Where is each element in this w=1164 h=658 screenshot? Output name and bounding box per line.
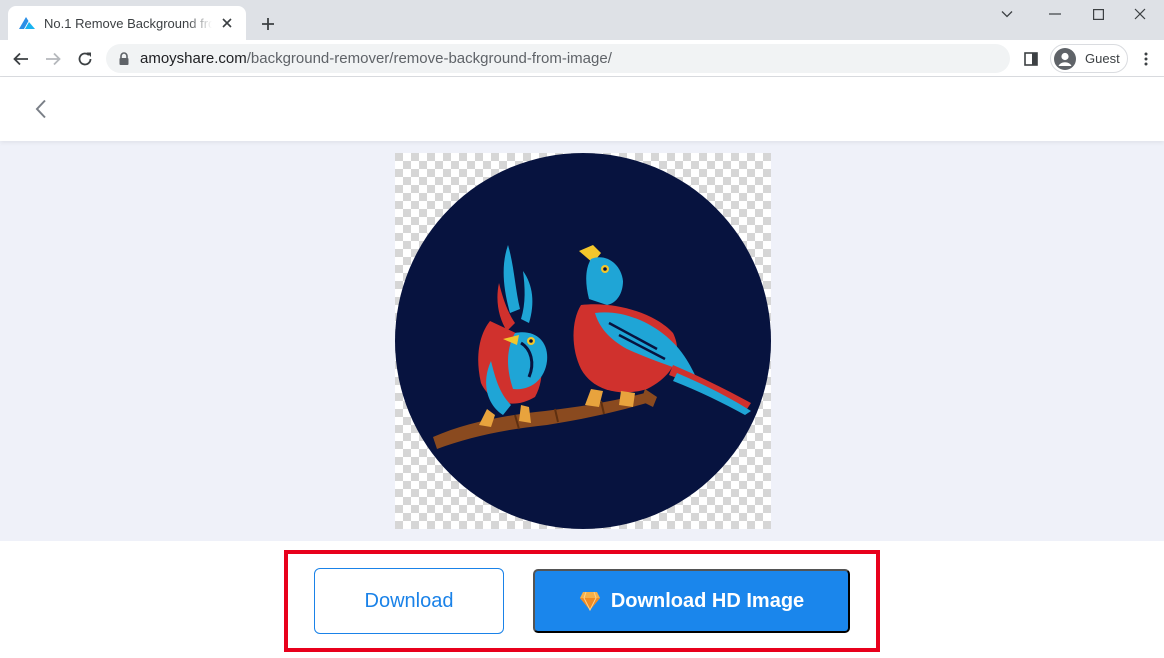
back-arrow-icon[interactable]: [8, 46, 34, 72]
download-hd-image-button[interactable]: Download HD Image: [533, 569, 850, 633]
forward-arrow-icon[interactable]: [40, 46, 66, 72]
address-bar[interactable]: amoyshare.com/background-remover/remove-…: [106, 44, 1010, 73]
image-preview-area: [0, 141, 1164, 541]
window-close-icon[interactable]: [1116, 0, 1164, 28]
diamond-icon: [579, 591, 600, 611]
url-path: /background-remover/remove-background-fr…: [246, 50, 612, 67]
chevron-left-icon[interactable]: [28, 95, 54, 123]
lock-icon: [119, 51, 129, 65]
browser-toolbar: amoyshare.com/background-remover/remove-…: [0, 40, 1164, 77]
download-actions: Download Download HD Image: [0, 541, 1164, 658]
avatar-person-icon: [1054, 47, 1076, 70]
reload-icon[interactable]: [72, 46, 98, 72]
download-button[interactable]: Download: [314, 568, 504, 634]
profile-button[interactable]: Guest: [1050, 44, 1128, 73]
new-tab-plus-icon[interactable]: [256, 12, 280, 36]
minimize-icon[interactable]: [1031, 0, 1079, 28]
result-image: [395, 153, 771, 529]
window-dropdown-chevron-down-icon[interactable]: [983, 0, 1031, 28]
url-host: amoyshare.com: [140, 50, 247, 67]
page-header: [0, 77, 1164, 141]
amoyshare-logo-icon: [19, 17, 35, 29]
url-text: amoyshare.com/background-remover/remove-…: [140, 50, 612, 67]
tab-title: No.1 Remove Background from Image: [44, 15, 212, 31]
side-panel-icon[interactable]: [1020, 48, 1042, 70]
maximize-icon[interactable]: [1074, 0, 1122, 28]
kebab-menu-icon[interactable]: [1136, 48, 1156, 70]
profile-name: Guest: [1085, 51, 1120, 66]
tab-close-icon[interactable]: [218, 14, 236, 32]
browser-tab[interactable]: No.1 Remove Background from Image: [8, 6, 246, 40]
download-hd-label: Download HD Image: [610, 589, 805, 612]
browser-tab-strip: No.1 Remove Background from Image: [0, 0, 1164, 40]
